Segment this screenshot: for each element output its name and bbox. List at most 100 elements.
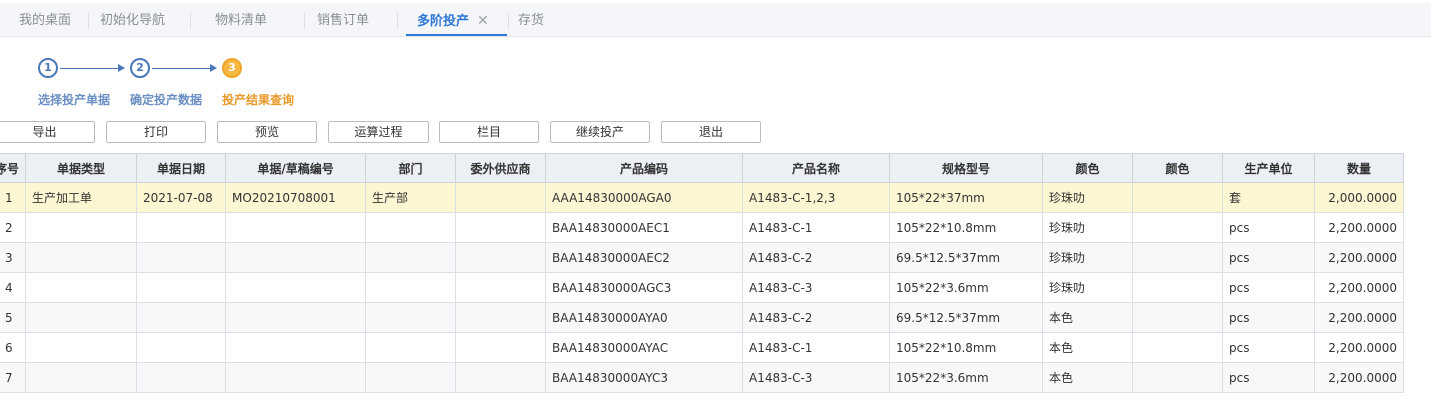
table-cell[interactable]: 生产部 <box>365 182 457 213</box>
table-cell[interactable]: A1483-C-1,2,3 <box>742 182 891 213</box>
table-row[interactable]: 1 生产加工单 2021-07-08 MO20210708001 生产部 AAA14830… <box>0 182 1405 213</box>
column-header[interactable]: 产品名称 <box>742 153 891 183</box>
column-header[interactable]: 颜色 <box>1042 153 1134 183</box>
table-cell[interactable] <box>25 362 138 393</box>
calc-process-button[interactable]: 运算过程 <box>328 121 429 143</box>
table-cell[interactable] <box>225 362 367 393</box>
tab-sales-order[interactable]: 销售订单 <box>317 3 369 37</box>
table-cell[interactable]: 69.5*12.5*37mm <box>889 302 1044 333</box>
table-cell[interactable]: 本色 <box>1042 332 1134 363</box>
print-button[interactable]: 打印 <box>106 121 206 143</box>
table-cell[interactable]: pcs <box>1222 242 1316 273</box>
table-cell[interactable]: A1483-C-1 <box>742 332 891 363</box>
table-cell[interactable]: A1483-C-1 <box>742 212 891 243</box>
table-cell[interactable] <box>225 212 367 243</box>
table-cell[interactable] <box>1132 212 1224 243</box>
table-cell[interactable]: 珍珠叻 <box>1042 182 1134 213</box>
table-cell[interactable]: BAA14830000AYAC <box>545 332 744 363</box>
table-cell[interactable] <box>365 302 457 333</box>
table-cell[interactable]: A1483-C-2 <box>742 302 891 333</box>
column-header[interactable]: 产品编码 <box>545 153 744 183</box>
column-header[interactable]: 数量 <box>1314 153 1405 183</box>
table-row[interactable]: 7 BAA14830000AYC3 A1483-C-3 105*22*3.6mm 本色 p… <box>0 362 1405 393</box>
table-cell[interactable]: pcs <box>1222 212 1316 243</box>
table-cell[interactable]: 2,200.0000 <box>1314 242 1405 273</box>
table-cell[interactable] <box>25 302 138 333</box>
column-header[interactable]: 颜色 <box>1132 153 1224 183</box>
tab-multi-level-production[interactable]: 多阶投产 ✕ <box>406 3 507 36</box>
table-cell[interactable] <box>365 242 457 273</box>
table-cell[interactable]: 105*22*3.6mm <box>889 272 1044 303</box>
table-cell[interactable]: A1483-C-3 <box>742 362 891 393</box>
table-cell[interactable]: BAA14830000AGC3 <box>545 272 744 303</box>
table-cell[interactable] <box>25 242 138 273</box>
table-cell[interactable] <box>455 362 547 393</box>
table-cell[interactable]: 珍珠叻 <box>1042 212 1134 243</box>
table-cell[interactable] <box>455 182 547 213</box>
column-header[interactable]: 规格型号 <box>889 153 1044 183</box>
tab-init-navigation[interactable]: 初始化导航 <box>100 3 165 37</box>
table-cell[interactable]: 105*22*10.8mm <box>889 332 1044 363</box>
table-cell[interactable]: BAA14830000AYC3 <box>545 362 744 393</box>
table-cell[interactable]: 珍珠叻 <box>1042 242 1134 273</box>
tab-bill-of-materials[interactable]: 物料清单 <box>215 3 267 37</box>
table-cell[interactable]: 2,000.0000 <box>1314 182 1405 213</box>
table-cell[interactable]: 105*22*37mm <box>889 182 1044 213</box>
table-cell[interactable] <box>1132 362 1224 393</box>
column-header[interactable]: 单据日期 <box>136 153 227 183</box>
table-cell[interactable]: 2,200.0000 <box>1314 302 1405 333</box>
table-cell[interactable] <box>455 212 547 243</box>
table-cell[interactable]: 105*22*3.6mm <box>889 362 1044 393</box>
tab-my-desktop[interactable]: 我的桌面 <box>19 3 71 37</box>
table-cell[interactable] <box>455 242 547 273</box>
table-cell[interactable]: 4 <box>0 272 27 303</box>
table-cell[interactable]: pcs <box>1222 272 1316 303</box>
continue-production-button[interactable]: 继续投产 <box>550 121 650 143</box>
table-cell[interactable]: 生产加工单 <box>25 182 138 213</box>
table-cell[interactable]: pcs <box>1222 362 1316 393</box>
table-cell[interactable] <box>1132 182 1224 213</box>
table-cell[interactable] <box>136 362 227 393</box>
table-cell[interactable]: 本色 <box>1042 302 1134 333</box>
table-cell[interactable]: pcs <box>1222 302 1316 333</box>
table-cell[interactable]: 2,200.0000 <box>1314 272 1405 303</box>
table-row[interactable]: 5 BAA14830000AYA0 A1483-C-2 69.5*12.5*37mm 本… <box>0 302 1405 333</box>
table-cell[interactable] <box>25 332 138 363</box>
column-header[interactable]: 单据类型 <box>25 153 138 183</box>
table-cell[interactable] <box>1132 272 1224 303</box>
column-header[interactable]: 部门 <box>365 153 457 183</box>
table-cell[interactable] <box>136 212 227 243</box>
table-cell[interactable]: 69.5*12.5*37mm <box>889 242 1044 273</box>
table-cell[interactable]: MO20210708001 <box>225 182 367 213</box>
table-cell[interactable] <box>365 212 457 243</box>
table-cell[interactable] <box>455 272 547 303</box>
table-cell[interactable]: 7 <box>0 362 27 393</box>
table-cell[interactable]: 105*22*10.8mm <box>889 212 1044 243</box>
table-cell[interactable]: 2,200.0000 <box>1314 362 1405 393</box>
table-cell[interactable]: 本色 <box>1042 362 1134 393</box>
table-cell[interactable]: A1483-C-2 <box>742 242 891 273</box>
table-cell[interactable]: BAA14830000AEC1 <box>545 212 744 243</box>
table-cell[interactable]: 5 <box>0 302 27 333</box>
table-cell[interactable] <box>1132 332 1224 363</box>
table-cell[interactable] <box>136 332 227 363</box>
table-cell[interactable]: BAA14830000AEC2 <box>545 242 744 273</box>
table-row[interactable]: 4 BAA14830000AGC3 A1483-C-3 105*22*3.6mm 珍珠叻… <box>0 272 1405 303</box>
table-row[interactable]: 3 BAA14830000AEC2 A1483-C-2 69.5*12.5*37mm 珍… <box>0 242 1405 273</box>
table-cell[interactable]: 6 <box>0 332 27 363</box>
table-cell[interactable] <box>455 302 547 333</box>
table-cell[interactable]: 2021-07-08 <box>136 182 227 213</box>
table-cell[interactable]: 3 <box>0 242 27 273</box>
table-cell[interactable] <box>365 272 457 303</box>
table-cell[interactable]: 1 <box>0 182 27 213</box>
table-row[interactable]: 6 BAA14830000AYAC A1483-C-1 105*22*10.8mm 本色… <box>0 332 1405 363</box>
table-cell[interactable] <box>25 272 138 303</box>
export-button[interactable]: 导出 <box>0 121 95 143</box>
column-header[interactable]: 委外供应商 <box>455 153 547 183</box>
table-cell[interactable] <box>1132 242 1224 273</box>
table-cell[interactable] <box>1132 302 1224 333</box>
preview-button[interactable]: 预览 <box>217 121 317 143</box>
table-cell[interactable] <box>136 272 227 303</box>
table-cell[interactable] <box>365 362 457 393</box>
table-cell[interactable] <box>225 272 367 303</box>
